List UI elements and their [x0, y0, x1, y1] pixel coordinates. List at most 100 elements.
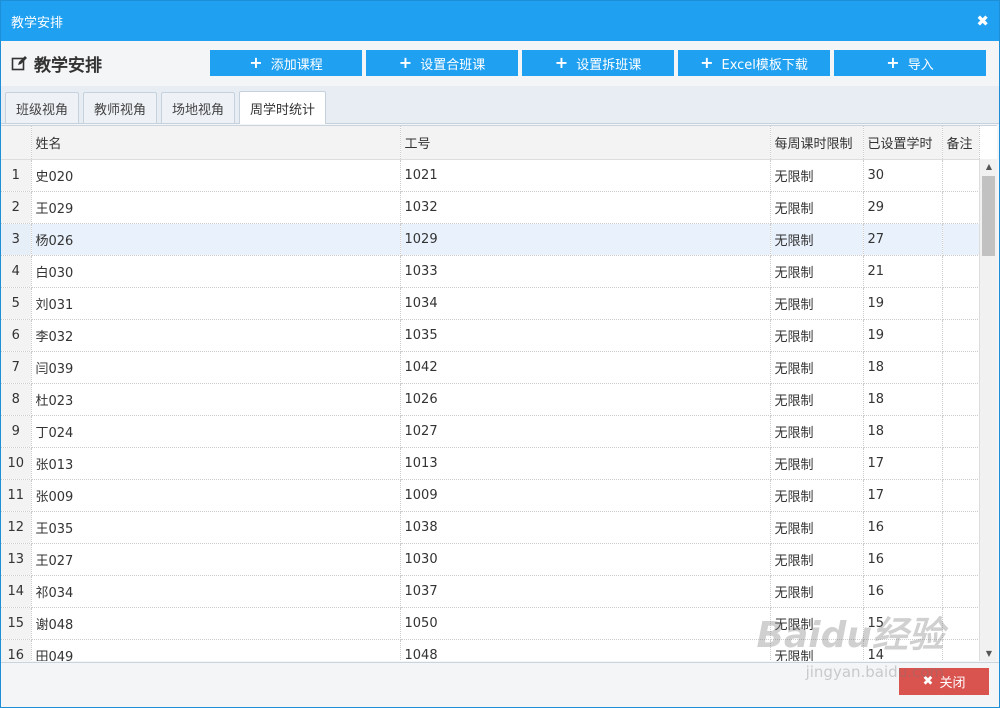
close-button-label: 关闭	[939, 676, 966, 691]
table-row[interactable]: 7 闫039 1042 无限制 18	[1, 351, 980, 384]
cell-name: 王029	[31, 191, 401, 224]
cell-limit: 无限制	[770, 223, 864, 256]
column-header[interactable]: 工号	[400, 126, 771, 160]
cell-id: 1032	[400, 191, 771, 224]
cell-limit: 无限制	[770, 607, 864, 640]
vertical-scrollbar[interactable]: ▲ ▼	[979, 159, 997, 661]
cell-name: 丁024	[31, 415, 401, 448]
cell-hours: 19	[863, 319, 943, 352]
close-button[interactable]: ✖ 关闭	[899, 668, 989, 695]
table-row[interactable]: 3 杨026 1029 无限制 27	[1, 223, 980, 256]
toolbar-button-2[interactable]: + 设置合班课	[366, 50, 518, 76]
cell-id: 1009	[400, 479, 771, 512]
cell-id: 1035	[400, 319, 771, 352]
dialog-footer: ✖ 关闭	[1, 662, 999, 707]
cell-limit: 无限制	[770, 255, 864, 288]
cell-hours: 27	[863, 223, 943, 256]
table-row[interactable]: 4 白030 1033 无限制 21	[1, 255, 980, 288]
window-close-icon[interactable]: ✖	[976, 12, 989, 30]
table-row[interactable]: 14 祁034 1037 无限制 16	[1, 575, 980, 608]
cell-note	[942, 511, 980, 544]
plus-icon: +	[886, 53, 900, 72]
tab-4[interactable]: 周学时统计	[239, 91, 327, 124]
cell-name: 刘031	[31, 287, 401, 320]
cell-hours: 16	[863, 575, 943, 608]
toolbar-button-label: 设置拆班课	[576, 57, 642, 73]
close-icon: ✖	[922, 674, 934, 689]
scroll-down-icon[interactable]: ▼	[980, 646, 997, 661]
row-number: 8	[1, 383, 32, 416]
cell-hours: 21	[863, 255, 943, 288]
cell-limit: 无限制	[770, 447, 864, 480]
plus-icon: +	[700, 53, 714, 72]
tab-1[interactable]: 班级视角	[5, 92, 80, 123]
cell-limit: 无限制	[770, 575, 864, 608]
rownum-header[interactable]	[1, 126, 32, 160]
grid-table: 姓名 工号 每周课时限制 已设置学时 备注 1 史020 1021 无限制 30 2 王029 103…	[1, 126, 980, 661]
table-row[interactable]: 8 杜023 1026 无限制 18	[1, 383, 980, 416]
toolbar-buttons: + 添加课程 + 设置合班课 + 设置拆班课 + Excel模板下载 + 导入	[210, 50, 990, 76]
window-title: 教学安排	[11, 15, 64, 31]
tab-bar: 班级视角 教师视角 场地视角 周学时统计	[1, 86, 999, 124]
table-row[interactable]: 9 丁024 1027 无限制 18	[1, 415, 980, 448]
row-number: 3	[1, 223, 32, 256]
cell-note	[942, 287, 980, 320]
cell-name: 史020	[31, 159, 401, 192]
row-number: 13	[1, 543, 32, 576]
column-header[interactable]: 每周课时限制	[770, 126, 864, 160]
cell-note	[942, 383, 980, 416]
cell-id: 1042	[400, 351, 771, 384]
tab-2[interactable]: 教师视角	[83, 92, 158, 123]
cell-id: 1038	[400, 511, 771, 544]
row-number: 2	[1, 191, 32, 224]
cell-limit: 无限制	[770, 639, 864, 661]
cell-hours: 19	[863, 287, 943, 320]
plus-icon: +	[554, 53, 569, 72]
cell-hours: 18	[863, 383, 943, 416]
table-row[interactable]: 5 刘031 1034 无限制 19	[1, 287, 980, 320]
toolbar-button-4[interactable]: + Excel模板下载	[678, 50, 830, 76]
row-number: 1	[1, 159, 32, 192]
edit-icon	[11, 56, 27, 71]
cell-note	[942, 319, 980, 352]
cell-name: 闫039	[31, 351, 401, 384]
scroll-thumb[interactable]	[982, 176, 995, 256]
column-header[interactable]: 姓名	[31, 126, 401, 160]
data-grid: 姓名 工号 每周课时限制 已设置学时 备注 1 史020 1021 无限制 30 2 王029 103…	[1, 125, 997, 661]
cell-name: 白030	[31, 255, 401, 288]
cell-name: 王027	[31, 543, 401, 576]
column-header[interactable]: 备注	[942, 126, 980, 160]
cell-note	[942, 543, 980, 576]
plus-icon: +	[398, 53, 413, 72]
title-bar: 教学安排 ✖	[1, 1, 999, 41]
table-row[interactable]: 10 张013 1013 无限制 17	[1, 447, 980, 480]
toolbar-button-3[interactable]: + 设置拆班课	[522, 50, 674, 76]
table-row[interactable]: 12 王035 1038 无限制 16	[1, 511, 980, 544]
cell-hours: 16	[863, 511, 943, 544]
tab-3[interactable]: 场地视角	[161, 92, 236, 123]
grid-header-row: 姓名 工号 每周课时限制 已设置学时 备注	[1, 126, 980, 160]
table-row[interactable]: 16 田049 1048 无限制 14	[1, 639, 980, 661]
cell-name: 王035	[31, 511, 401, 544]
column-header[interactable]: 已设置学时	[863, 126, 943, 160]
toolbar-button-label: 设置合班课	[420, 57, 486, 73]
cell-hours: 16	[863, 543, 943, 576]
table-row[interactable]: 6 李032 1035 无限制 19	[1, 319, 980, 352]
scroll-up-icon[interactable]: ▲	[980, 159, 997, 175]
row-number: 5	[1, 287, 32, 320]
cell-note	[942, 447, 980, 480]
table-row[interactable]: 15 谢048 1050 无限制 15	[1, 607, 980, 640]
cell-note	[942, 159, 980, 192]
table-row[interactable]: 1 史020 1021 无限制 30	[1, 159, 980, 192]
table-row[interactable]: 11 张009 1009 无限制 17	[1, 479, 980, 512]
table-row[interactable]: 2 王029 1032 无限制 29	[1, 191, 980, 224]
row-number: 16	[1, 639, 32, 661]
cell-limit: 无限制	[770, 319, 864, 352]
cell-note	[942, 639, 980, 661]
cell-name: 杜023	[31, 383, 401, 416]
table-row[interactable]: 13 王027 1030 无限制 16	[1, 543, 980, 576]
toolbar-button-1[interactable]: + 添加课程	[210, 50, 362, 76]
cell-name: 田049	[31, 639, 401, 661]
toolbar-button-5[interactable]: + 导入	[834, 50, 986, 76]
cell-note	[942, 351, 980, 384]
